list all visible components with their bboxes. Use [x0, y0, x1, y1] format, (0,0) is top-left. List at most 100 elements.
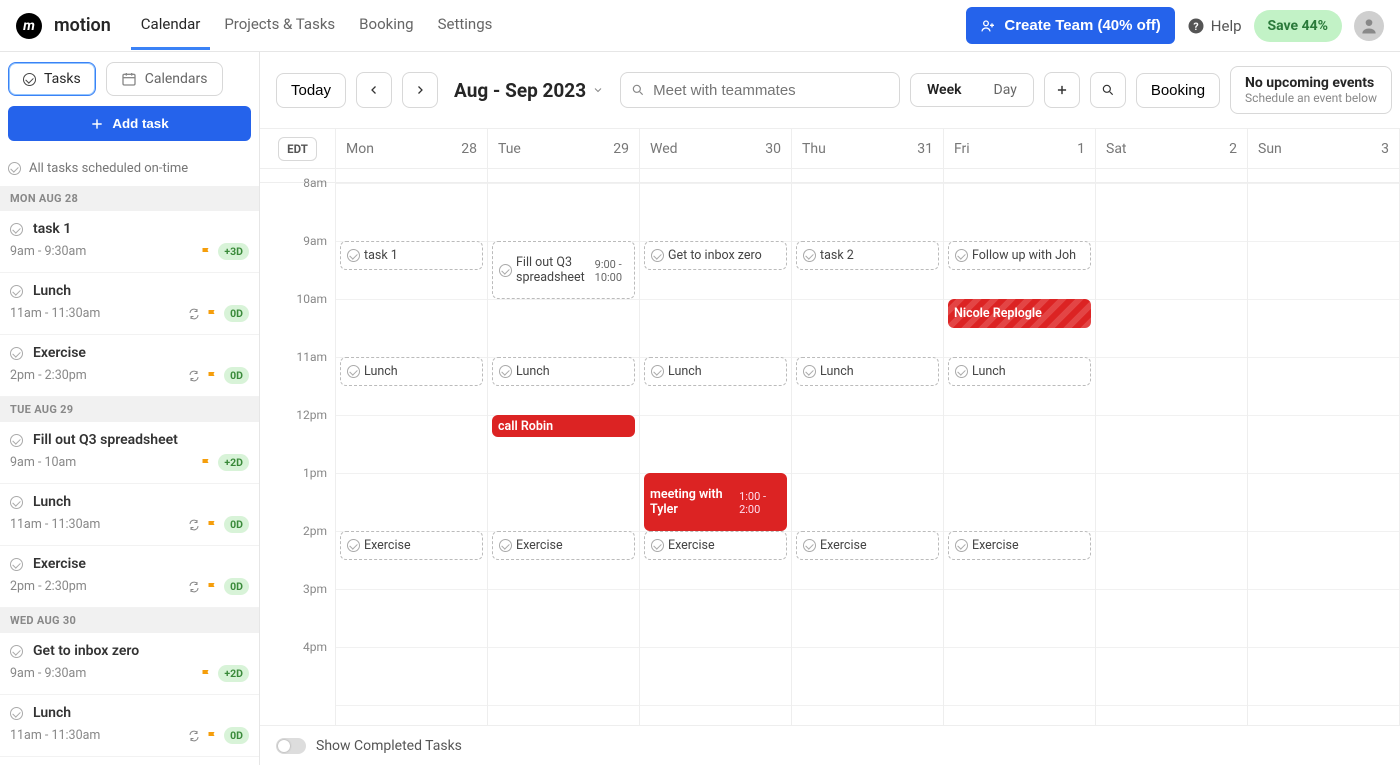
search-icon [631, 83, 645, 97]
help-button[interactable]: ? Help [1187, 17, 1242, 35]
day-body[interactable]: Fill out Q3 spreadsheet9:00 - 10:00 Lunch… [488, 169, 639, 705]
day-column[interactable]: Sun3 [1248, 129, 1400, 725]
timezone-badge[interactable]: EDT [278, 137, 317, 161]
check-circle-icon [499, 264, 512, 277]
task-badge: 0D [224, 578, 249, 595]
task-badge: 0D [224, 367, 249, 384]
time-label: 11am [296, 350, 327, 364]
show-completed-toggle[interactable] [276, 738, 306, 754]
calendar-event[interactable]: call Robin [492, 415, 635, 437]
day-group-header: TUE AUG 29 [0, 397, 259, 422]
show-completed-label: Show Completed Tasks [316, 738, 462, 754]
date-range-label: Aug - Sep 2023 [454, 79, 586, 102]
calendar-event[interactable]: Exercise [340, 531, 483, 560]
search-box[interactable] [620, 72, 900, 108]
day-column[interactable]: Fri1Follow up with JohNicole ReplogleLun… [944, 129, 1096, 725]
task-item[interactable]: Fill out Q3 spreadsheet9am - 10am+2D [0, 422, 259, 484]
calendar-event[interactable]: Fill out Q3 spreadsheet9:00 - 10:00 [492, 241, 635, 299]
task-title: Fill out Q3 spreadsheet [33, 432, 178, 448]
search-input[interactable] [653, 82, 889, 99]
calendar-event[interactable]: Lunch [340, 357, 483, 386]
day-body[interactable]: Follow up with Joh Nicole Replogle Lunch Ex… [944, 169, 1095, 705]
calendar-event[interactable]: Exercise [492, 531, 635, 560]
day-body[interactable]: task 1 Lunch Exercise [336, 169, 487, 705]
create-team-label: Create Team (40% off) [1004, 17, 1160, 34]
calendar-event[interactable]: task 2 [796, 241, 939, 270]
task-item[interactable]: Lunch11am - 11:30am0D [0, 695, 259, 757]
calendar-event[interactable]: Exercise [644, 531, 787, 560]
task-item[interactable]: Lunch11am - 11:30am0D [0, 273, 259, 335]
task-list: MON AUG 28task 19am - 9:30am+3DLunch11am… [0, 186, 259, 757]
day-body[interactable]: task 2 Lunch Exercise [792, 169, 943, 705]
add-button[interactable] [1044, 72, 1080, 108]
profile-avatar[interactable] [1354, 11, 1384, 41]
task-time: 11am - 11:30am [10, 728, 100, 743]
calendar-event[interactable]: task 1 [340, 241, 483, 270]
calendar-event[interactable]: Lunch [644, 357, 787, 386]
nav-tab-booking[interactable]: Booking [349, 1, 423, 50]
user-plus-icon [980, 18, 996, 34]
view-day[interactable]: Day [978, 74, 1033, 106]
calendar-event[interactable]: meeting with Tyler1:00 - 2:00 [644, 473, 787, 531]
task-item[interactable]: Exercise2pm - 2:30pm0D [0, 335, 259, 397]
save-pill[interactable]: Save 44% [1254, 10, 1342, 42]
nav-tab-settings[interactable]: Settings [428, 1, 503, 50]
task-item[interactable]: Lunch11am - 11:30am0D [0, 484, 259, 546]
day-column[interactable]: Tue29Fill out Q3 spreadsheet9:00 - 10:00… [488, 129, 640, 725]
day-header: Thu31 [792, 129, 943, 169]
calendar-event[interactable]: Get to inbox zero [644, 241, 787, 270]
create-team-button[interactable]: Create Team (40% off) [966, 7, 1174, 44]
calendar-event[interactable]: Exercise [796, 531, 939, 560]
task-item[interactable]: Get to inbox zero9am - 9:30am+2D [0, 633, 259, 695]
check-circle-icon [10, 223, 23, 236]
event-time: 1:00 - 2:00 [739, 490, 781, 516]
task-time: 9am - 9:30am [10, 666, 86, 681]
plus-icon [1055, 83, 1069, 97]
sidebar-tab-calendars[interactable]: Calendars [106, 62, 223, 96]
search-button[interactable] [1090, 72, 1126, 108]
upcoming-events-card[interactable]: No upcoming events Schedule an event bel… [1230, 66, 1392, 114]
prev-button[interactable] [356, 72, 392, 108]
today-button[interactable]: Today [276, 73, 346, 108]
schedule-status-label: All tasks scheduled on-time [29, 161, 188, 176]
day-body[interactable] [1096, 169, 1247, 705]
date-range-picker[interactable]: Aug - Sep 2023 [448, 79, 610, 102]
sidebar-tab-tasks[interactable]: Tasks [8, 62, 96, 96]
day-body[interactable] [1248, 169, 1399, 705]
recurring-icon [188, 370, 200, 382]
task-item[interactable]: Exercise2pm - 2:30pm0D [0, 546, 259, 608]
calendar-event[interactable]: Follow up with Joh [948, 241, 1091, 270]
event-title: meeting with Tyler [650, 487, 735, 517]
day-column[interactable]: Sat2 [1096, 129, 1248, 725]
flag-icon [206, 370, 218, 382]
check-circle-icon [803, 249, 816, 262]
day-body[interactable]: Get to inbox zero Lunch meeting with Tyler… [640, 169, 791, 705]
calendar-event[interactable]: Lunch [948, 357, 1091, 386]
task-time: 2pm - 2:30pm [10, 368, 87, 383]
help-label: Help [1211, 17, 1242, 35]
task-item[interactable]: task 19am - 9:30am+3D [0, 211, 259, 273]
main: Tasks Calendars Add task All tasks sched… [0, 52, 1400, 765]
day-column[interactable]: Mon28task 1LunchExercise [336, 129, 488, 725]
calendar-event[interactable]: Lunch [796, 357, 939, 386]
content: Today Aug - Sep 2023 Week Day Booking No… [260, 52, 1400, 765]
add-task-button[interactable]: Add task [8, 106, 251, 141]
check-circle-icon [10, 645, 23, 658]
next-button[interactable] [402, 72, 438, 108]
calendar-event[interactable]: Lunch [492, 357, 635, 386]
day-column[interactable]: Thu31 task 2 Lunch Exercise [792, 129, 944, 725]
nav-tab-projects-tasks[interactable]: Projects & Tasks [214, 1, 345, 50]
event-title: Fill out Q3 spreadsheet [516, 255, 591, 285]
view-week[interactable]: Week [911, 74, 978, 106]
task-badge: 0D [224, 305, 249, 322]
nav-tab-calendar[interactable]: Calendar [131, 1, 211, 50]
check-circle-icon [10, 285, 23, 298]
calendar-event[interactable]: Exercise [948, 531, 1091, 560]
booking-button[interactable]: Booking [1136, 73, 1220, 108]
view-segment: Week Day [910, 73, 1034, 107]
flag-icon [206, 308, 218, 320]
calendar-event[interactable]: Nicole Replogle [948, 299, 1091, 328]
event-title: Exercise [668, 538, 715, 553]
check-circle-icon [10, 496, 23, 509]
day-column[interactable]: Wed30Get to inbox zeroLunchmeeting with … [640, 129, 792, 725]
